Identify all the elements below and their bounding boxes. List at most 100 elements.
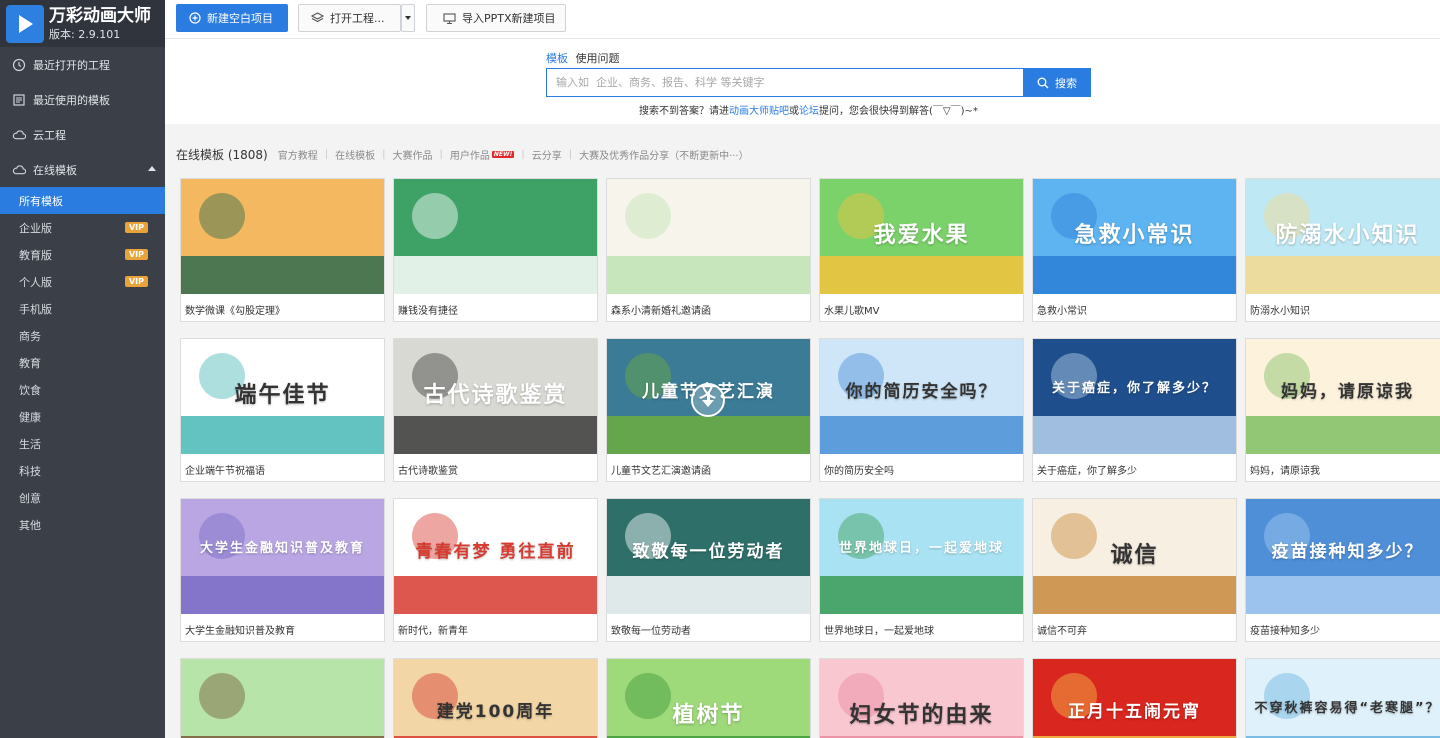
tab-templates[interactable]: 模板 <box>546 52 568 65</box>
thumbnail-decoration <box>412 193 458 239</box>
template-card[interactable]: 数学微课《勾股定理》 <box>180 178 385 322</box>
new-blank-project-button[interactable]: 新建空白项目 <box>176 4 288 32</box>
search-icon <box>1037 77 1049 89</box>
filter-tab[interactable]: 云分享 <box>532 147 562 162</box>
filter-tab[interactable]: 用户作品 <box>450 147 490 162</box>
open-project-button[interactable]: 打开工程... <box>298 4 401 32</box>
category-item[interactable]: 健康 <box>0 403 165 430</box>
template-card[interactable]: 赚钱没有捷径 <box>393 178 598 322</box>
template-title: 疫苗接种知多少 <box>1250 626 1320 637</box>
template-title: 致敬每一位劳动者 <box>611 626 691 637</box>
template-card[interactable]: 古代诗歌鉴赏 古代诗歌鉴赏 <box>393 338 598 482</box>
sidebar-item-1[interactable]: 最近使用的模板 <box>0 82 165 117</box>
template-thumbnail: 防溺水小知识 <box>1246 179 1440 294</box>
template-card[interactable]: 我爱水果 水果儿歌MV <box>819 178 1024 322</box>
thumbnail-decoration <box>607 256 810 294</box>
template-thumbnail: 不穿秋裤容易得“老寒腿”？ <box>1246 659 1440 738</box>
template-thumbnail: 你的简历安全吗？ <box>820 339 1023 454</box>
template-thumbnail: 古代诗歌鉴赏 <box>394 339 597 454</box>
template-card[interactable]: 妈妈，请原谅我 妈妈，请原谅我 <box>1245 338 1440 482</box>
thumbnail-title: 妇女节的由来 <box>849 703 994 728</box>
category-label: 个人版 <box>19 275 52 289</box>
template-card[interactable]: 你的简历安全吗？ 你的简历安全吗 <box>819 338 1024 482</box>
template-card[interactable]: 疫苗接种知多少？ 疫苗接种知多少 <box>1245 498 1440 642</box>
template-title: 古代诗歌鉴赏 <box>398 466 458 477</box>
category-item[interactable]: 企业版 VIP <box>0 214 165 241</box>
sidebar-item-0[interactable]: 最近打开的工程 <box>0 47 165 82</box>
vip-badge: VIP <box>124 276 148 287</box>
category-label: 饮食 <box>19 383 41 397</box>
filter-tab[interactable]: 在线模板 <box>335 147 375 162</box>
search-input[interactable] <box>546 68 1024 97</box>
thumbnail-decoration <box>820 256 1023 294</box>
thumbnail-title: 妈妈，请原谅我 <box>1281 382 1414 402</box>
forum-link[interactable]: 论坛 <box>799 106 819 117</box>
template-categories: 所有模板 企业版 VIP 教育版 VIP 个人版 VIP 手机版 商务教育饮食健康生活 科技 创意其… <box>0 187 165 538</box>
thumbnail-decoration <box>820 416 1023 454</box>
presentation-icon <box>443 12 456 24</box>
thumbnail-decoration <box>394 256 597 294</box>
search-area: 模板 使用问题 搜索 搜索不到答案？请进动画大师贴吧或论坛提问，您会很快得到解答… <box>165 39 1440 124</box>
category-item[interactable]: 教育版 VIP <box>0 241 165 268</box>
template-card[interactable]: 植树节 <box>606 658 811 738</box>
template-thumbnail: 我爱水果 <box>820 179 1023 294</box>
template-card[interactable]: 关于癌症，你了解多少？ 关于癌症，你了解多少 <box>1032 338 1237 482</box>
import-pptx-button[interactable]: 导入PPTX新建项目 <box>426 4 566 32</box>
template-card[interactable]: 端午佳节 企业端午节祝福语 <box>180 338 385 482</box>
thumbnail-decoration <box>1033 576 1236 614</box>
category-item[interactable]: 商务 <box>0 322 165 349</box>
category-label: 教育 <box>19 356 41 370</box>
template-card[interactable]: 妇女节的由来 <box>819 658 1024 738</box>
category-item[interactable]: 创意 <box>0 484 165 511</box>
filter-separator: | <box>382 149 386 160</box>
template-title: 妈妈，请原谅我 <box>1250 466 1320 477</box>
app-version: 版本: 2.9.101 <box>49 27 121 41</box>
template-card[interactable]: 致敬每一位劳动者 致敬每一位劳动者 <box>606 498 811 642</box>
template-card[interactable]: 大学生金融知识普及教育 大学生金融知识普及教育 <box>180 498 385 642</box>
search-button-label: 搜索 <box>1055 77 1077 90</box>
template-card[interactable]: 儿童节文艺汇演 儿童节文艺汇演邀请函 <box>606 338 811 482</box>
template-card[interactable]: 世界地球日，一起爱地球 世界地球日，一起爱地球 <box>819 498 1024 642</box>
category-item[interactable]: 个人版 VIP <box>0 268 165 295</box>
category-item[interactable]: 其他 <box>0 511 165 538</box>
category-item[interactable]: 教育 <box>0 349 165 376</box>
thumbnail-title: 诚信 <box>1110 543 1159 568</box>
template-card[interactable]: 不穿秋裤容易得“老寒腿”？ <box>1245 658 1440 738</box>
filter-tab[interactable]: 大赛作品 <box>392 147 432 162</box>
template-thumbnail: 诚信 <box>1033 499 1236 614</box>
template-card[interactable]: 诚信 诚信不可弃 <box>1032 498 1237 642</box>
template-thumbnail: 建党100周年 <box>394 659 597 738</box>
template-thumbnail: 青春有梦 勇往直前 <box>394 499 597 614</box>
sidebar-item-3[interactable]: 在线模板 <box>0 152 165 187</box>
category-item[interactable]: 手机版 <box>0 295 165 322</box>
category-item[interactable]: 所有模板 <box>0 187 165 214</box>
template-card[interactable]: 防溺水小知识 防溺水小知识 <box>1245 178 1440 322</box>
thumbnail-title: 你的简历安全吗？ <box>845 382 998 402</box>
category-item[interactable]: 生活 <box>0 430 165 457</box>
template-thumbnail: 急救小常识 <box>1033 179 1236 294</box>
template-card[interactable]: 建党100周年 <box>393 658 598 738</box>
thumbnail-decoration <box>820 576 1023 614</box>
template-card[interactable] <box>180 658 385 738</box>
tab-questions[interactable]: 使用问题 <box>576 52 620 65</box>
search-button[interactable]: 搜索 <box>1023 68 1091 97</box>
category-label: 健康 <box>19 410 41 424</box>
download-icon[interactable] <box>691 383 725 417</box>
template-card[interactable]: 森系小清新婚礼邀请函 <box>606 178 811 322</box>
template-card[interactable]: 正月十五闹元宵 <box>1032 658 1237 738</box>
template-card[interactable]: 青春有梦 勇往直前 新时代，新青年 <box>393 498 598 642</box>
filter-tab[interactable]: 官方教程 <box>278 147 318 162</box>
open-project-dropdown[interactable] <box>401 4 415 32</box>
template-card[interactable]: 急救小常识 急救小常识 <box>1032 178 1237 322</box>
forum-tieba-link[interactable]: 动画大师贴吧 <box>729 106 789 117</box>
category-item[interactable]: 饮食 <box>0 376 165 403</box>
plus-circle-icon <box>189 12 201 24</box>
thumbnail-decoration <box>1033 416 1236 454</box>
category-item[interactable]: 科技 <box>0 457 165 484</box>
filter-tab[interactable]: 大赛及优秀作品分享（不断更新中···） <box>579 147 749 162</box>
sidebar-item-2[interactable]: 云工程 <box>0 117 165 152</box>
app-title: 万彩动画大师 <box>49 5 151 26</box>
thumbnail-title: 疫苗接种知多少？ <box>1271 542 1424 562</box>
thumbnail-decoration <box>199 673 245 719</box>
template-title: 森系小清新婚礼邀请函 <box>611 306 711 317</box>
